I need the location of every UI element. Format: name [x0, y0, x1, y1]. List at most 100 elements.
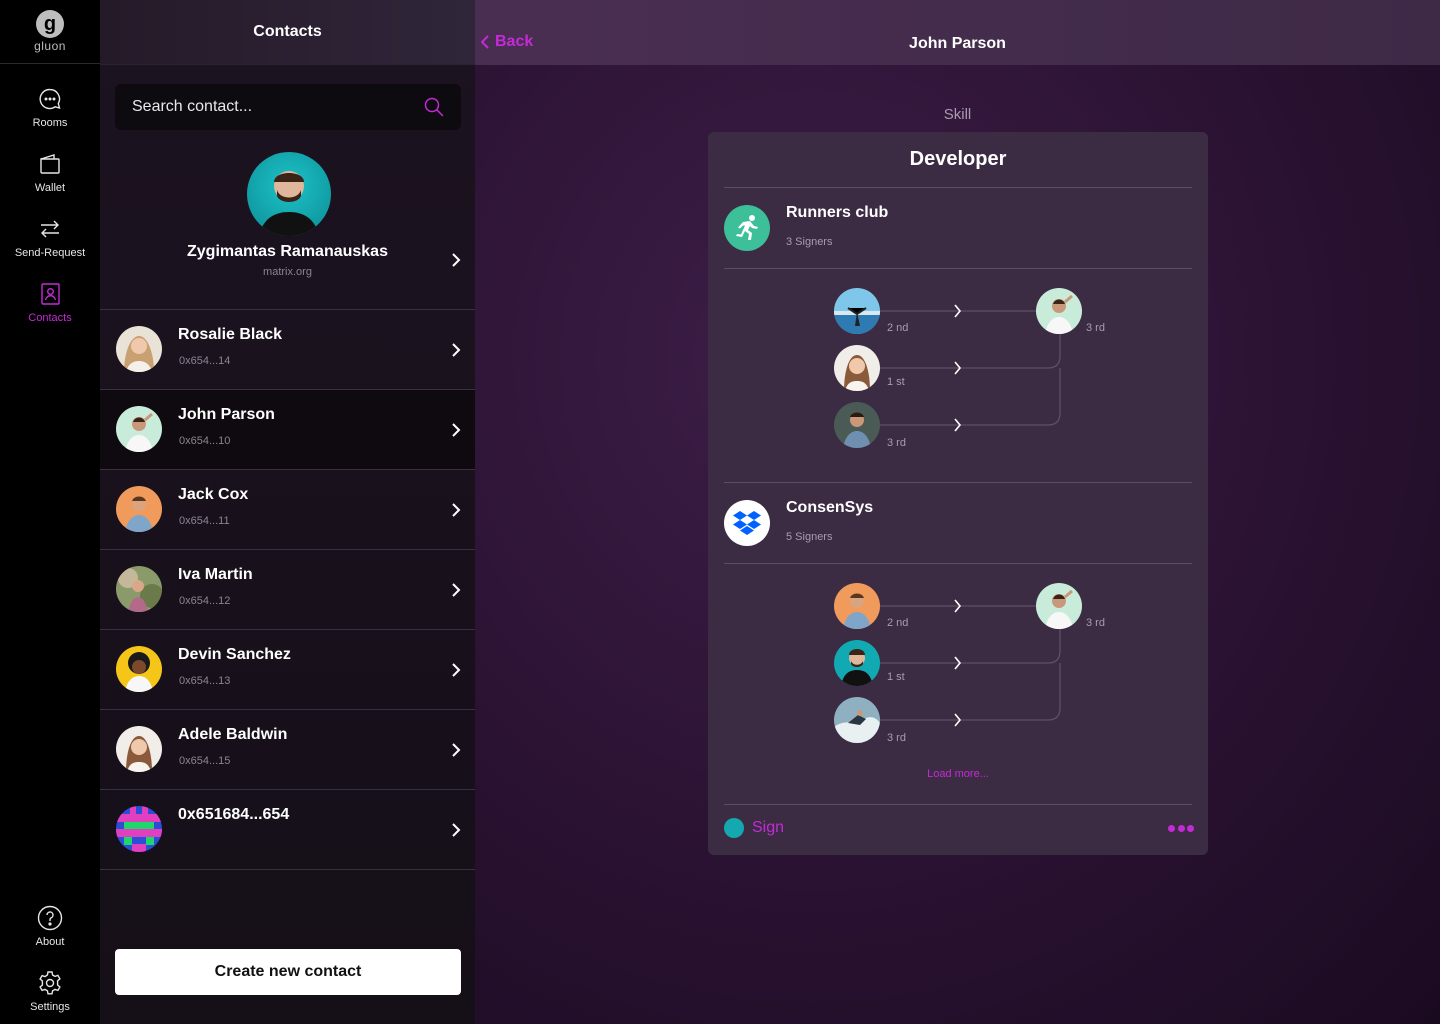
runner-icon — [724, 205, 770, 251]
contact-row[interactable]: Rosalie Black 0x654...14 — [100, 310, 475, 390]
nav-label-send-request: Send-Request — [14, 247, 86, 259]
contacts-title: Contacts — [253, 23, 322, 40]
chevron-right-icon — [452, 423, 461, 437]
contacts-header: Contacts — [100, 0, 475, 65]
org-name: ConsenSys — [786, 499, 874, 516]
avatar — [116, 646, 162, 692]
target-avatar[interactable] — [1036, 288, 1082, 334]
skill-card: Developer Runners club 3 Signers ConsenS… — [708, 132, 1208, 855]
avatar — [116, 406, 162, 452]
app-logo: g gluon — [0, 0, 100, 64]
avatar — [116, 566, 162, 612]
signer-rank: 1 st — [887, 376, 905, 388]
contacts-panel: Contacts Search contact... Zygimantas Ra… — [100, 0, 475, 1024]
signer-avatar[interactable] — [834, 345, 880, 391]
sign-label: Sign — [752, 819, 785, 836]
contact-address: 0x654...12 — [179, 595, 231, 607]
nav-item-about[interactable]: About — [0, 905, 100, 948]
contact-row[interactable]: Iva Martin 0x654...12 — [100, 550, 475, 630]
search-input[interactable]: Search contact... — [115, 84, 461, 130]
wallet-icon — [37, 151, 63, 177]
sign-button[interactable]: Sign — [724, 818, 784, 838]
target-rank: 3 rd — [1086, 617, 1105, 629]
logo-text: gluon — [34, 39, 66, 53]
detail-title: John Parson — [909, 35, 1006, 52]
contact-name: Rosalie Black — [178, 326, 283, 343]
target-avatar[interactable] — [1036, 583, 1082, 629]
chat-bubble-icon — [37, 86, 63, 112]
contact-name: Jack Cox — [178, 486, 249, 503]
org-signers: 3 Signers — [786, 236, 833, 248]
load-more-link[interactable]: Load more... — [708, 768, 1208, 780]
contact-address: 0x654...13 — [179, 675, 231, 687]
profile-avatar — [247, 152, 331, 236]
chevron-right-icon — [452, 583, 461, 597]
search-icon[interactable] — [424, 97, 444, 117]
contact-name: 0x651684...654 — [178, 806, 290, 823]
nav-item-rooms[interactable]: Rooms — [0, 86, 100, 129]
nav-item-contacts[interactable]: Contacts — [0, 281, 100, 324]
chevron-right-icon — [452, 343, 461, 357]
signer-rank: 2 nd — [887, 617, 909, 629]
signer-rank: 3 rd — [887, 732, 906, 744]
target-rank: 3 rd — [1086, 322, 1105, 334]
divider — [724, 268, 1192, 269]
contact-name: Iva Martin — [178, 566, 253, 583]
contact-address: 0x654...14 — [179, 355, 231, 367]
avatar — [724, 818, 744, 838]
logo-mark: g — [36, 10, 64, 38]
nav-label-rooms: Rooms — [32, 117, 68, 129]
skill-title: Developer — [909, 148, 1007, 170]
signature-flow-lines — [880, 310, 1061, 721]
create-contact-button[interactable]: Create new contact — [115, 949, 461, 995]
contacts-book-icon — [37, 281, 63, 307]
divider — [724, 563, 1192, 564]
signer-avatar[interactable] — [834, 288, 880, 334]
nav-label-contacts: Contacts — [28, 312, 72, 324]
contact-row[interactable]: Adele Baldwin 0x654...15 — [100, 710, 475, 790]
contact-address: 0x654...10 — [179, 435, 231, 447]
signer-avatar[interactable] — [834, 640, 880, 686]
contact-detail-panel: Back John Parson Skill Developer Runners… — [475, 0, 1440, 1024]
nav-item-send-request[interactable]: Send-Request — [0, 216, 100, 259]
nav-label-wallet: Wallet — [34, 182, 66, 194]
flow-chevrons — [954, 304, 962, 727]
my-profile-card[interactable]: Zygimantas Ramanauskas matrix.org — [100, 150, 475, 310]
contact-address: 0x654...11 — [179, 515, 230, 527]
chevron-right-icon — [452, 253, 461, 267]
signer-avatar[interactable] — [834, 583, 880, 629]
nav-label-settings: Settings — [30, 1001, 70, 1013]
search-placeholder: Search contact... — [132, 98, 253, 115]
more-options-icon[interactable] — [1168, 825, 1194, 833]
contact-row[interactable]: Jack Cox 0x654...11 — [100, 470, 475, 550]
chevron-right-icon — [452, 743, 461, 757]
contact-row[interactable]: John Parson 0x654...10 — [100, 390, 475, 470]
contact-name: Adele Baldwin — [178, 726, 288, 743]
identicon-avatar — [116, 806, 162, 852]
chevron-right-icon — [452, 503, 461, 517]
contact-row[interactable]: Devin Sanchez 0x654...13 — [100, 630, 475, 710]
section-label: Skill — [943, 106, 972, 123]
signer-rank: 3 rd — [887, 437, 906, 449]
org-signers: 5 Signers — [786, 531, 833, 543]
divider — [724, 482, 1192, 483]
avatar — [116, 326, 162, 372]
contact-address: 0x654...15 — [179, 755, 231, 767]
gear-icon — [37, 970, 63, 996]
chevron-right-icon — [452, 663, 461, 677]
divider — [724, 804, 1192, 805]
signer-avatar[interactable] — [834, 402, 880, 448]
contact-name: John Parson — [178, 406, 275, 423]
signer-avatar[interactable] — [834, 697, 880, 743]
nav-label-about: About — [35, 936, 65, 948]
contact-name: Devin Sanchez — [178, 646, 291, 663]
profile-server: matrix.org — [263, 266, 312, 278]
profile-name: Zygimantas Ramanauskas — [187, 243, 388, 260]
nav-item-settings[interactable]: Settings — [0, 970, 100, 1013]
nav-item-wallet[interactable]: Wallet — [0, 151, 100, 194]
avatar — [116, 726, 162, 772]
org-name: Runners club — [786, 204, 889, 221]
arrows-swap-icon — [37, 216, 63, 242]
signer-rank: 1 st — [887, 671, 905, 683]
contact-row[interactable]: 0x651684...654 — [100, 790, 475, 870]
